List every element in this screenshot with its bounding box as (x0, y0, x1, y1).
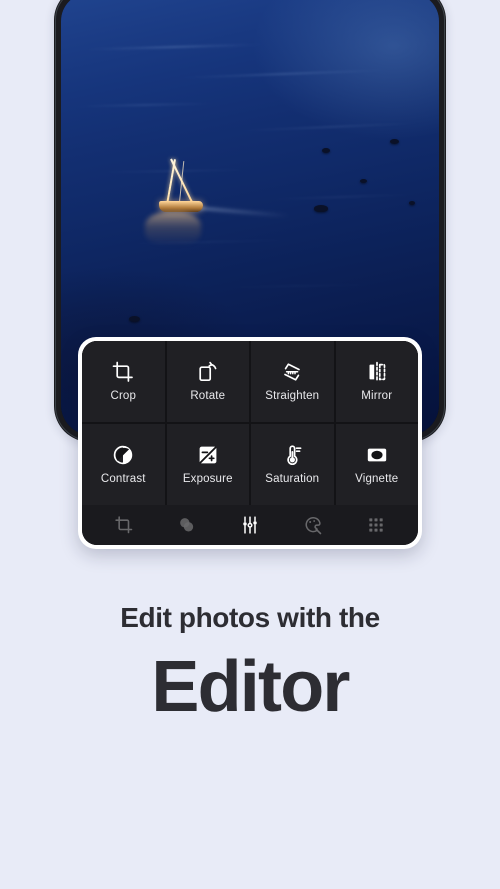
tool-grid: Crop Rotate Straighten Mirror Contrast E… (82, 341, 418, 505)
boat-hull (159, 200, 204, 212)
tool-exposure[interactable]: Exposure (166, 424, 249, 505)
adjust-tab-icon[interactable] (237, 512, 263, 538)
tool-rotate[interactable]: Rotate (166, 341, 249, 422)
exposure-icon (196, 443, 220, 467)
boat-wake (199, 205, 290, 218)
tool-label: Crop (110, 390, 137, 403)
tool-label: Saturation (265, 473, 320, 486)
effects-tab-icon[interactable] (300, 512, 326, 538)
tool-saturation[interactable]: Saturation (251, 424, 334, 505)
tool-label: Straighten (265, 390, 320, 403)
distant-boat (129, 315, 141, 322)
crop-icon (111, 360, 135, 384)
editor-panel: Crop Rotate Straighten Mirror Contrast E… (78, 337, 422, 549)
tool-label: Exposure (182, 473, 233, 486)
grid-tab-icon[interactable] (363, 512, 389, 538)
water-streak (174, 68, 394, 79)
filters-tab-icon[interactable] (174, 512, 200, 538)
tool-label: Vignette (355, 473, 399, 486)
caption: Edit photos with the Editor (0, 600, 500, 733)
water-streak (231, 121, 428, 132)
mirror-icon (365, 360, 389, 384)
vignette-icon (365, 443, 389, 467)
tool-label: Mirror (361, 390, 393, 403)
distant-boat (389, 138, 399, 144)
water-streak (257, 193, 424, 201)
boat-reflection (145, 211, 202, 246)
caption-line-2: Editor (151, 647, 350, 727)
tool-contrast[interactable]: Contrast (82, 424, 165, 505)
distant-boat (359, 178, 367, 183)
tool-crop[interactable]: Crop (82, 341, 165, 422)
caption-line-1: Edit photos with the (120, 602, 380, 633)
crop-tab-icon[interactable] (111, 512, 137, 538)
editor-panel-inner: Crop Rotate Straighten Mirror Contrast E… (82, 341, 418, 545)
distant-boat (314, 205, 329, 213)
tool-mirror[interactable]: Mirror (335, 341, 418, 422)
tool-vignette[interactable]: Vignette (335, 424, 418, 505)
straighten-icon (280, 360, 304, 384)
water-streak (113, 238, 303, 245)
tool-label: Contrast (100, 473, 146, 486)
water-streak (212, 283, 387, 289)
editor-bottom-bar (82, 505, 418, 545)
rotate-icon (196, 360, 220, 384)
tool-label: Rotate (190, 390, 226, 403)
distant-boat (321, 147, 330, 153)
distant-boat (408, 200, 415, 205)
tool-straighten[interactable]: Straighten (251, 341, 334, 422)
water-streak (68, 101, 220, 108)
contrast-icon (111, 443, 135, 467)
water-streak (83, 43, 266, 51)
saturation-icon (280, 443, 304, 467)
sailboat (145, 157, 290, 246)
